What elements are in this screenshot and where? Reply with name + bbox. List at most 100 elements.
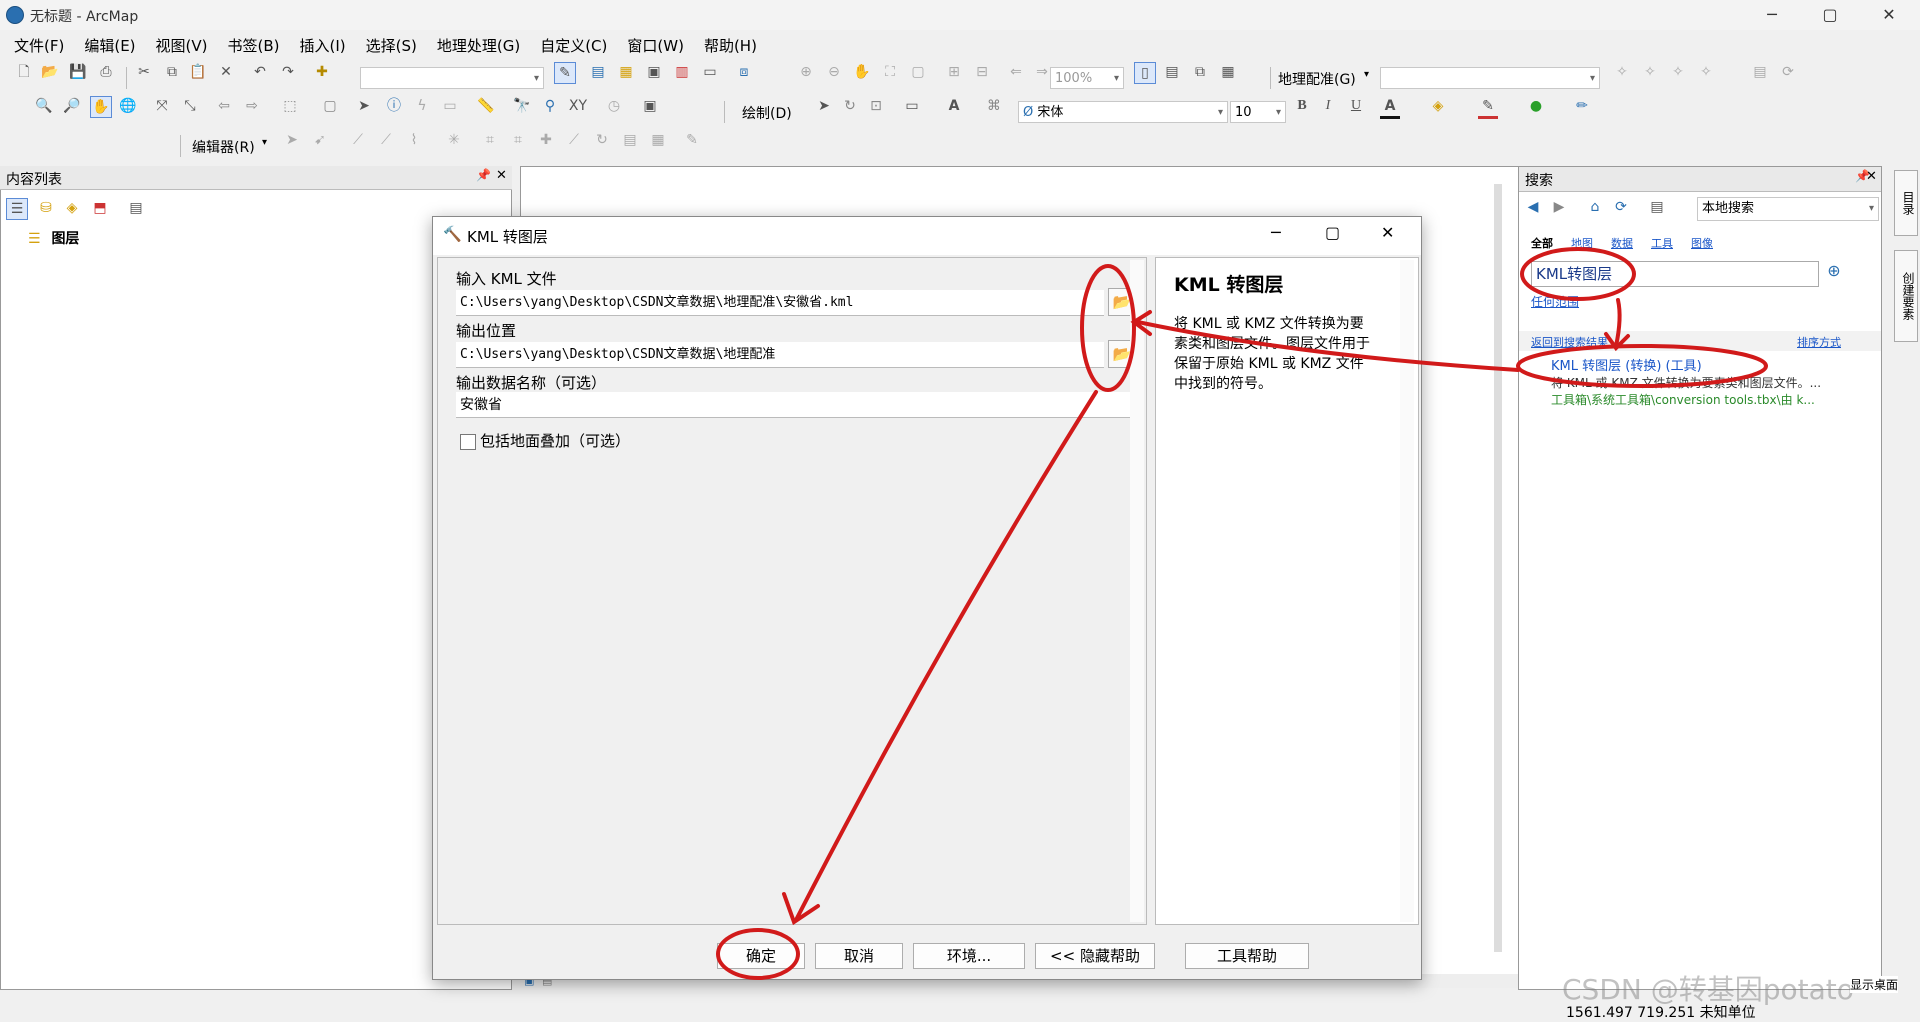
menu-edit[interactable]: 编辑(E): [84, 32, 135, 60]
list-by-drawing-order-icon[interactable]: ☰: [6, 198, 28, 220]
redo-icon[interactable]: ↷: [278, 62, 298, 82]
ok-button[interactable]: 确定: [717, 943, 805, 969]
fill-color-icon[interactable]: ◈: [1428, 96, 1448, 116]
italic-button[interactable]: I: [1318, 96, 1338, 116]
measure-icon[interactable]: 📏: [476, 96, 496, 116]
undo-icon[interactable]: ↶: [250, 62, 270, 82]
select-features-icon[interactable]: ⬚: [280, 96, 300, 116]
split-icon[interactable]: ⟋: [564, 130, 584, 150]
georef-tool-2-icon[interactable]: ✧: [1640, 62, 1660, 82]
search-go-icon[interactable]: ⊕: [1821, 261, 1847, 287]
create-features-side-tab[interactable]: 创建要素: [1894, 250, 1918, 342]
output-name-field[interactable]: 安徽省: [456, 392, 1132, 418]
georef-tool-4-icon[interactable]: ✧: [1696, 62, 1716, 82]
dialog-minimize-button[interactable]: ─: [1271, 223, 1281, 242]
dialog-maximize-button[interactable]: ▢: [1325, 223, 1340, 242]
list-by-selection-icon[interactable]: ⬒: [90, 198, 110, 218]
attributes-icon[interactable]: ▤: [620, 130, 640, 150]
search-options-icon[interactable]: ▤: [1647, 197, 1667, 217]
arctoolbox-icon[interactable]: ▥: [672, 62, 692, 82]
edit-tool-icon[interactable]: ➤: [282, 130, 302, 150]
select-elements-icon[interactable]: ➤: [354, 96, 374, 116]
add-data-icon[interactable]: ✚: [312, 62, 332, 82]
time-slider-icon[interactable]: ◷: [604, 96, 624, 116]
fixed-zoom-out-2-icon[interactable]: ⤡: [180, 96, 200, 116]
select-elements-2-icon[interactable]: ➤: [814, 96, 834, 116]
hyperlink-icon[interactable]: ϟ: [412, 96, 432, 116]
go-back-icon[interactable]: ⇐: [1006, 62, 1026, 82]
menu-selection[interactable]: 选择(S): [366, 32, 417, 60]
previous-extent-icon[interactable]: ⇦: [214, 96, 234, 116]
layers-node[interactable]: ☰ 图层: [28, 228, 79, 248]
list-by-visibility-icon[interactable]: ◈: [62, 198, 82, 218]
filter-data[interactable]: 数据: [1611, 237, 1633, 250]
delete-icon[interactable]: ✕: [216, 62, 236, 82]
output-location-field[interactable]: C:\Users\yang\Desktop\CSDN文章数据\地理配准: [456, 342, 1104, 368]
layout-zoom-out-icon[interactable]: ⊖: [824, 62, 844, 82]
fixed-zoom-in-2-icon[interactable]: ⤧: [152, 96, 172, 116]
dialog-close-button[interactable]: ✕: [1381, 223, 1394, 242]
list-by-source-icon[interactable]: ⛁: [36, 198, 56, 218]
font-dropdown[interactable]: Ø 宋体 ▾: [1018, 101, 1228, 123]
copy-icon[interactable]: ⧉: [162, 62, 182, 82]
clear-selection-icon[interactable]: ▢: [320, 96, 340, 116]
underline-button[interactable]: U: [1346, 96, 1366, 116]
params-scrollbar[interactable]: [1130, 260, 1144, 922]
open-icon[interactable]: 📂: [40, 62, 60, 82]
result-title[interactable]: KML 转图层 (转换) (工具): [1535, 355, 1875, 374]
toc-pin-icon[interactable]: 📌: [476, 168, 491, 182]
fixed-zoom-in-icon[interactable]: ⊞: [944, 62, 964, 82]
layout-pan-icon[interactable]: ✋: [852, 62, 872, 82]
new-document-icon[interactable]: 🗋: [14, 62, 34, 82]
sort-by-link[interactable]: 排序方式: [1797, 334, 1841, 350]
find-icon[interactable]: 🔭: [512, 96, 532, 116]
filter-maps[interactable]: 地图: [1571, 237, 1593, 250]
tool-help-button[interactable]: 工具帮助: [1185, 943, 1309, 969]
edit-vertices-2-icon[interactable]: ⌗: [480, 130, 500, 150]
menu-insert[interactable]: 插入(I): [300, 32, 346, 60]
zoom-whole-page-icon[interactable]: ⛶: [880, 62, 900, 82]
focus-data-frame-icon[interactable]: ▤: [1162, 62, 1182, 82]
zoom-to-elements-icon[interactable]: ⊡: [866, 96, 886, 116]
reshape-icon[interactable]: ⌗: [508, 130, 528, 150]
close-window-button[interactable]: ✕: [1874, 4, 1904, 26]
georef-tool-3-icon[interactable]: ✧: [1668, 62, 1688, 82]
editor-menu[interactable]: 编辑器(R): [192, 137, 255, 157]
python-window-icon[interactable]: ▭: [700, 62, 720, 82]
create-features-icon[interactable]: ✎: [682, 130, 702, 150]
ground-overlay-checkbox[interactable]: [460, 434, 476, 450]
menu-help[interactable]: 帮助(H): [704, 32, 757, 60]
any-extent-link[interactable]: 任何范围: [1531, 293, 1579, 310]
go-to-xy-icon[interactable]: XY: [568, 96, 588, 116]
menu-view[interactable]: 视图(V): [156, 32, 208, 60]
pan-icon[interactable]: ✋: [90, 96, 112, 118]
fixed-zoom-out-icon[interactable]: ⊟: [972, 62, 992, 82]
search-input[interactable]: KML转图层: [1531, 261, 1819, 287]
georef-layer-dropdown[interactable]: ▾: [1380, 67, 1600, 89]
pencil-icon[interactable]: ✏: [1572, 96, 1592, 116]
catalog-side-tab[interactable]: 目录: [1894, 170, 1918, 236]
link-table-icon[interactable]: ▤: [1750, 62, 1770, 82]
rotate-element-icon[interactable]: ↻: [840, 96, 860, 116]
viewer-window-icon[interactable]: ▣: [640, 96, 660, 116]
filter-images[interactable]: 图像: [1691, 237, 1713, 250]
menu-bookmarks[interactable]: 书签(B): [228, 32, 280, 60]
full-extent-icon[interactable]: 🌐: [118, 96, 138, 116]
show-desktop-button[interactable]: 显示桌面: [1850, 976, 1899, 993]
paste-icon[interactable]: 📋: [188, 62, 208, 82]
filter-all[interactable]: 全部: [1531, 237, 1553, 250]
search-refresh-icon[interactable]: ⟳: [1611, 197, 1631, 217]
toc-options-icon[interactable]: ▤: [126, 198, 146, 218]
identify-icon[interactable]: ⓘ: [384, 96, 404, 116]
rectangle-icon[interactable]: ▭: [902, 96, 922, 116]
cut-polygon-icon[interactable]: ✚: [536, 130, 556, 150]
save-icon[interactable]: 💾: [68, 62, 88, 82]
change-layout-icon[interactable]: ⧉: [1190, 62, 1210, 82]
rotate-edit-icon[interactable]: ↻: [592, 130, 612, 150]
input-kml-field[interactable]: C:\Users\yang\Desktop\CSDN文章数据\地理配准\安徽省.…: [456, 290, 1104, 316]
sketch-properties-icon[interactable]: ▦: [648, 130, 668, 150]
minimize-button[interactable]: ─: [1757, 4, 1787, 26]
find-route-icon[interactable]: ⚲: [540, 96, 560, 116]
text-icon[interactable]: A: [944, 96, 964, 116]
point-icon[interactable]: ✳: [444, 130, 464, 150]
